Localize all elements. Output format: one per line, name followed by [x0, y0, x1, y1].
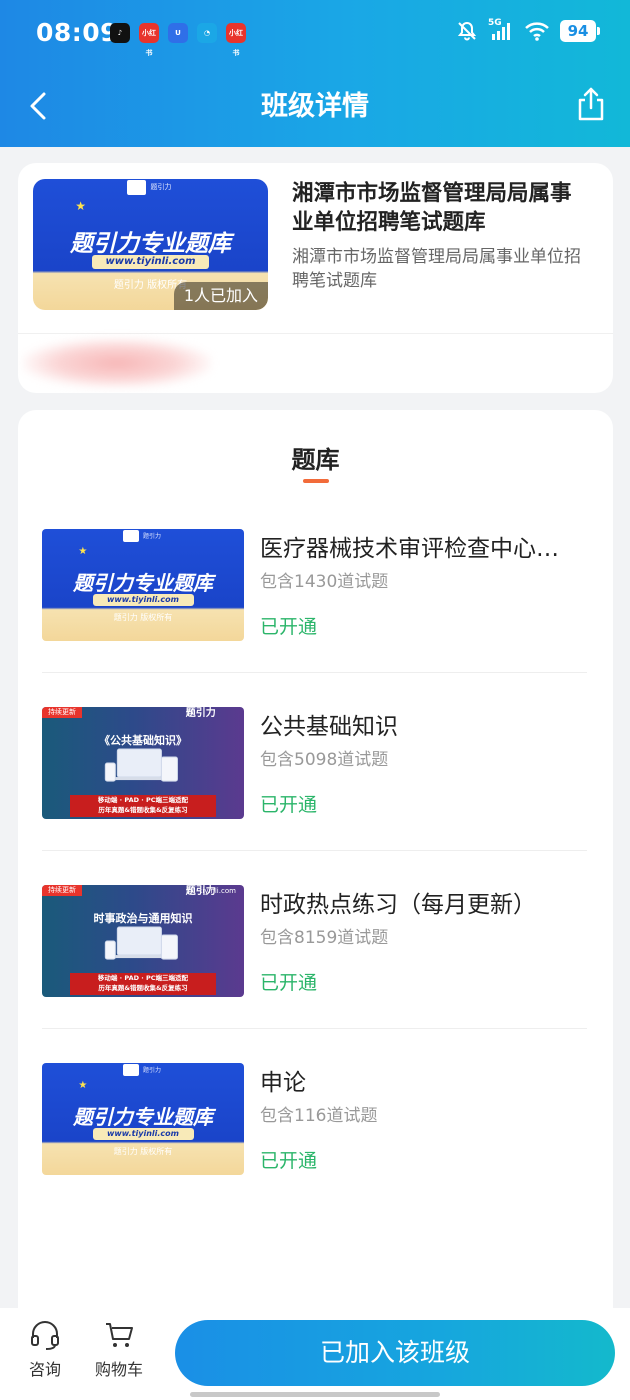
cover-url: www.tiyinli.com	[92, 1127, 194, 1141]
brand-logo	[127, 180, 146, 195]
status-right: 5G 94	[456, 18, 600, 42]
feature-line-2: 历年真题&错题收集&反复练习	[98, 806, 188, 815]
cover-site: tiyinli.com	[199, 887, 236, 896]
cart-label: 购物车	[94, 1360, 143, 1379]
bank-cover-image: 持续更新 题引力《公共基础知识》移动端 · PAD · PC端三端适配 历年真题&错…	[42, 707, 244, 819]
page-title: 班级详情	[261, 91, 369, 122]
cover-art: 持续更新 题引力《公共基础知识》移动端 · PAD · PC端三端适配 历年真题&错…	[42, 707, 244, 819]
bank-cover-image: 题引力 ★ 题引力专业题库 www.tiyinli.com 题引力 版权所有	[42, 1063, 244, 1175]
cart-button[interactable]: 购物车	[84, 1320, 154, 1380]
tiktok-icon: ♪	[110, 23, 130, 43]
shield-app-icon: U	[168, 23, 188, 43]
mute-bell-icon	[457, 21, 477, 41]
bottom-action-bar: 咨询 购物车 已加入该班级	[0, 1308, 630, 1400]
access-status: 已开通	[260, 972, 318, 994]
access-status: 已开通	[260, 1150, 318, 1172]
status-bar: 08:09 ♪ 小红书 U ◔ 小红书 5G 94	[0, 0, 630, 70]
logo-text: 题引力	[143, 1067, 162, 1075]
bank-list-item[interactable]: 题引力 ★ 题引力专业题库 www.tiyinli.com 题引力 版权所有 申论包含11…	[42, 1063, 587, 1241]
devices-illustration	[104, 748, 178, 782]
xiaohongshu-icon-2: 小红书	[226, 23, 246, 57]
header: 08:09 ♪ 小红书 U ◔ 小红书 5G 94 班级详情	[0, 0, 630, 147]
class-info-card: 题引力 ★ 题引力专业题库 www.tiyinli.com 题引力 版权所有 1…	[18, 163, 613, 393]
cover-copyright: 题引力 版权所有	[113, 612, 173, 622]
access-status: 已开通	[260, 616, 318, 638]
cover-brand: 题引力专业题库	[73, 1105, 213, 1130]
consult-label: 咨询	[28, 1360, 61, 1379]
notification-icons: ♪ 小红书 U ◔ 小红书	[110, 23, 246, 57]
section-heading: 题库	[291, 446, 340, 474]
joined-class-button[interactable]: 已加入该班级	[175, 1320, 615, 1386]
cover-copyright: 题引力 版权所有	[113, 1146, 173, 1156]
question-count: 包含116道试题	[260, 1106, 378, 1126]
home-indicator	[190, 1392, 440, 1397]
bank-cover-image: 持续更新 题引力 tiyinli.com 时事政治与通用知识 移动端 · PAD · P…	[42, 885, 244, 997]
brand-logo	[122, 1064, 139, 1077]
bank-title: 时政热点练习（每月更新）	[260, 892, 536, 918]
joined-count-badge: 1人已加入	[173, 282, 268, 310]
bank-cover-image: 题引力 ★ 题引力专业题库 www.tiyinli.com 题引力 版权所有	[42, 529, 244, 641]
brand-logo	[122, 530, 139, 543]
cover-url: www.tiyinli.com	[91, 254, 210, 270]
consult-button[interactable]: 咨询	[10, 1320, 80, 1380]
logo-text: 题引力	[150, 182, 172, 191]
logo-text: 题引力	[143, 533, 162, 541]
cover-art: 持续更新 题引力 tiyinli.com 时事政治与通用知识 移动端 · PAD · P…	[42, 885, 244, 997]
bank-title: 医疗器械技术审评检查中心…	[260, 536, 559, 562]
feature-line-1: 移动端 · PAD · PC端三端适配	[97, 796, 189, 805]
question-bank-section: 题库 题引力 ★ 题引力专业题库 www.tiyinli.com 题引力 版权所有 医疗器…	[18, 410, 613, 1370]
cover-headline: 《公共基础知识》	[99, 733, 187, 747]
class-subtitle: 湘潭市市场监督管理局局属事业单位招聘笔试题库	[292, 247, 581, 291]
question-count: 包含5098道试题	[260, 750, 389, 770]
divider	[42, 850, 587, 851]
wifi-icon	[525, 22, 549, 41]
feature-line-2: 历年真题&错题收集&反复练习	[98, 984, 188, 993]
divider	[42, 1028, 587, 1029]
status-time: 08:09	[36, 18, 119, 47]
bank-list-item[interactable]: 持续更新 题引力《公共基础知识》移动端 · PAD · PC端三端适配 历年真题&错…	[42, 707, 587, 885]
cart-icon	[106, 1323, 133, 1347]
class-cover-image: 题引力 ★ 题引力专业题库 www.tiyinli.com 题引力 版权所有 1…	[33, 179, 268, 310]
devices-illustration	[104, 926, 178, 960]
xiaohongshu-icon: 小红书	[139, 23, 159, 57]
share-icon[interactable]	[576, 86, 606, 122]
chat-app-icon: ◔	[197, 23, 217, 43]
bank-title: 公共基础知识	[260, 714, 398, 740]
cover-brand: 题引力专业题库	[70, 230, 231, 257]
cover-art: 题引力 ★ 题引力专业题库 www.tiyinli.com 题引力 版权所有	[42, 529, 244, 641]
cover-headline: 时事政治与通用知识	[93, 911, 193, 925]
divider	[18, 333, 613, 334]
access-status: 已开通	[260, 794, 318, 816]
star-icon: ★	[78, 1079, 88, 1091]
update-tag: 持续更新	[42, 885, 82, 896]
bank-list-item[interactable]: 题引力 ★ 题引力专业题库 www.tiyinli.com 题引力 版权所有 医疗器械技术…	[42, 529, 587, 707]
feature-line-1: 移动端 · PAD · PC端三端适配	[97, 974, 189, 983]
blurred-content	[22, 338, 212, 388]
cover-url: www.tiyinli.com	[92, 593, 194, 607]
star-icon: ★	[78, 545, 88, 557]
cover-art: 题引力 ★ 题引力专业题库 www.tiyinli.com 题引力 版权所有	[42, 1063, 244, 1175]
signal-icon: 5G	[488, 18, 514, 42]
heading-underline	[303, 479, 329, 483]
divider	[42, 672, 587, 673]
bank-title: 申论	[260, 1070, 306, 1096]
class-title: 湘潭市市场监督管理局局属事业单位招聘笔试题库	[292, 181, 572, 235]
update-tag: 持续更新	[42, 707, 82, 718]
cover-brand: 题引力专业题库	[73, 571, 213, 596]
battery-indicator: 94	[560, 20, 600, 42]
question-count: 包含8159道试题	[260, 928, 389, 948]
brand-logo: 题引力	[185, 708, 216, 720]
feature-banner: 移动端 · PAD · PC端三端适配 历年真题&错题收集&反复练习	[70, 973, 216, 995]
feature-banner: 移动端 · PAD · PC端三端适配 历年真题&错题收集&反复练习	[70, 795, 216, 817]
question-count: 包含1430道试题	[260, 572, 389, 592]
star-icon: ★	[75, 198, 87, 213]
bank-list-item[interactable]: 持续更新 题引力 tiyinli.com 时事政治与通用知识 移动端 · PAD · P…	[42, 885, 587, 1063]
headset-icon	[31, 1321, 59, 1350]
